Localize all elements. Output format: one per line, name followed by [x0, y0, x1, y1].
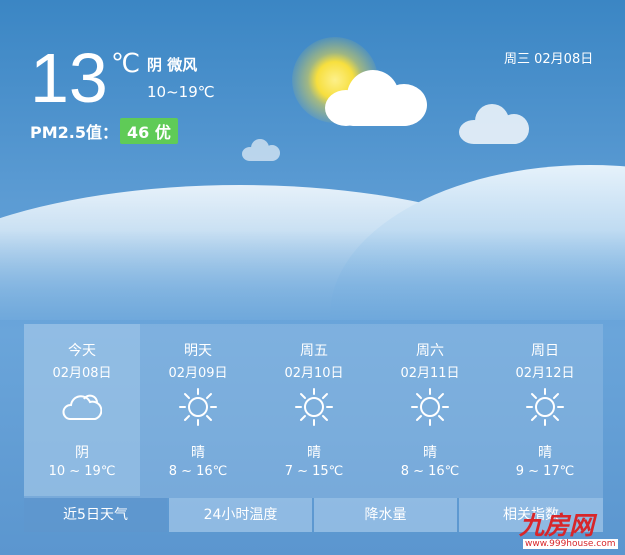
day-name: 明天	[184, 343, 212, 359]
day-date: 02月11日	[400, 366, 460, 381]
day-weather: 晴	[191, 445, 205, 461]
day-weather: 晴	[423, 445, 437, 461]
day-range: 9 ~ 17℃	[515, 464, 575, 479]
current-date: 周三 02月08日	[504, 52, 594, 67]
sun-icon	[179, 388, 217, 426]
day-range: 7 ~ 15℃	[284, 464, 344, 479]
forecast-day: 周日 02月12日 晴 9 ~ 17℃	[487, 324, 603, 496]
day-weather: 阴	[75, 445, 89, 461]
sun-icon	[526, 388, 564, 426]
watermark-logo: 九房网 www.999house.com	[517, 506, 625, 555]
day-date: 02月10日	[284, 366, 344, 381]
forecast-day: 周五 02月10日 晴 7 ~ 15℃	[256, 324, 372, 496]
day-weather: 晴	[538, 445, 552, 461]
cloud-icon	[62, 394, 102, 420]
day-name: 周日	[531, 343, 559, 359]
tab-24h-temperature[interactable]: 24小时温度	[169, 498, 312, 532]
day-date: 02月08日	[52, 366, 112, 381]
day-name: 周五	[300, 343, 328, 359]
tab-5day-weather[interactable]: 近5日天气	[24, 498, 167, 532]
watermark-text: 九房网	[519, 511, 595, 540]
day-range: 8 ~ 16℃	[400, 464, 460, 479]
day-range: 8 ~ 16℃	[168, 464, 228, 479]
cloud-icon	[325, 68, 427, 128]
cloud-icon	[459, 104, 529, 144]
day-range: 10 ~ 19℃	[48, 464, 116, 479]
aqi-badge: 46 优	[120, 118, 178, 144]
current-range: 10~19℃	[147, 83, 215, 101]
sun-icon	[295, 388, 333, 426]
forecast-day: 明天 02月09日 晴 8 ~ 16℃	[140, 324, 256, 496]
day-date: 02月12日	[515, 366, 575, 381]
pm25-label: PM2.5值：	[30, 123, 118, 142]
sun-icon	[411, 388, 449, 426]
day-name: 今天	[68, 343, 96, 359]
tab-precipitation[interactable]: 降水量	[314, 498, 457, 532]
forecast-day: 今天 02月08日 阴 10 ~ 19℃	[24, 324, 140, 496]
temperature-unit: ℃	[111, 48, 141, 78]
day-name: 周六	[416, 343, 444, 359]
watermark-url: www.999house.com	[523, 539, 618, 549]
pm25-row: PM2.5值： 46 优	[30, 118, 178, 144]
cloud-icon	[242, 139, 280, 161]
current-temperature: 13	[30, 39, 108, 117]
day-date: 02月09日	[168, 366, 228, 381]
day-weather: 晴	[307, 445, 321, 461]
forecast-day: 周六 02月11日 晴 8 ~ 16℃	[372, 324, 488, 496]
current-condition: 阴 微风	[147, 56, 198, 74]
